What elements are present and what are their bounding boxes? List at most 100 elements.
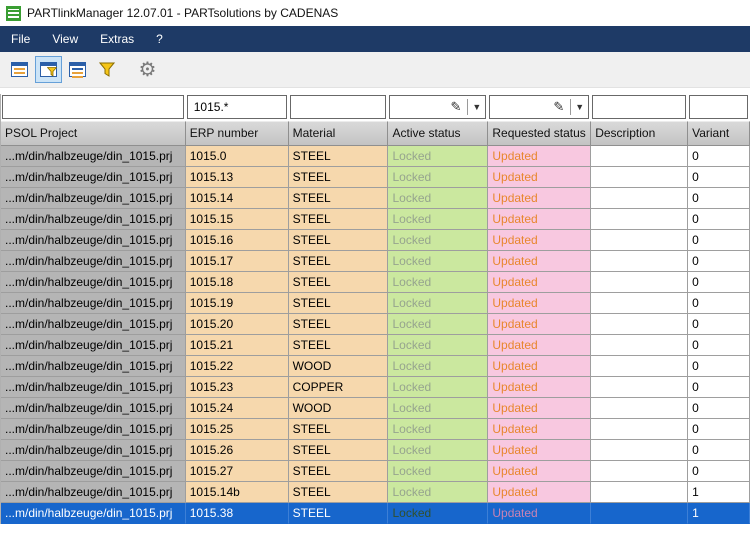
cell-project[interactable]: ...m/din/halbzeuge/din_1015.prj <box>1 272 186 293</box>
table-row[interactable]: ...m/din/halbzeuge/din_1015.prj 1015.15 ST… <box>1 209 750 230</box>
table-row[interactable]: ...m/din/halbzeuge/din_1015.prj 1015.18 ST… <box>1 272 750 293</box>
table-row[interactable]: ...m/din/halbzeuge/din_1015.prj 1015.0 STE… <box>1 146 750 167</box>
cell-erp[interactable]: 1015.38 <box>185 503 289 524</box>
dropdown-arrow-icon[interactable]: ▼ <box>571 102 588 112</box>
cell-active[interactable]: Locked <box>388 356 489 377</box>
cell-description[interactable] <box>591 251 689 272</box>
cell-variant[interactable]: 0 <box>688 377 750 398</box>
cell-active[interactable]: Locked <box>388 419 489 440</box>
cell-erp[interactable]: 1015.16 <box>185 230 289 251</box>
cell-erp[interactable]: 1015.22 <box>185 356 289 377</box>
cell-project[interactable]: ...m/din/halbzeuge/din_1015.prj <box>1 461 186 482</box>
cell-project[interactable]: ...m/din/halbzeuge/din_1015.prj <box>1 503 186 524</box>
cell-active[interactable]: Locked <box>388 209 489 230</box>
cell-variant[interactable]: 0 <box>688 272 750 293</box>
menu-help[interactable]: ? <box>145 26 174 52</box>
cell-erp[interactable]: 1015.14 <box>185 188 289 209</box>
cell-erp[interactable]: 1015.15 <box>185 209 289 230</box>
column-header-active-status[interactable]: Active status <box>388 121 489 146</box>
filter-variant[interactable] <box>689 95 748 119</box>
table-row[interactable]: ...m/din/halbzeuge/din_1015.prj 1015.14 ST… <box>1 188 750 209</box>
cell-erp[interactable]: 1015.25 <box>185 419 289 440</box>
cell-description[interactable] <box>591 377 689 398</box>
cell-requested[interactable]: Updated <box>488 503 592 524</box>
table-row[interactable]: ...m/din/halbzeuge/din_1015.prj 1015.38 ST… <box>1 503 750 524</box>
cell-description[interactable] <box>591 440 689 461</box>
menu-file[interactable]: File <box>0 26 41 52</box>
cell-erp[interactable]: 1015.0 <box>185 146 289 167</box>
cell-description[interactable] <box>591 461 689 482</box>
cell-requested[interactable]: Updated <box>488 335 592 356</box>
cell-description[interactable] <box>591 398 689 419</box>
cell-erp[interactable]: 1015.24 <box>185 398 289 419</box>
cell-erp[interactable]: 1015.20 <box>185 314 289 335</box>
cell-variant[interactable]: 0 <box>688 167 750 188</box>
cell-project[interactable]: ...m/din/halbzeuge/din_1015.prj <box>1 482 186 503</box>
cell-project[interactable]: ...m/din/halbzeuge/din_1015.prj <box>1 167 186 188</box>
gear-icon[interactable]: ⚙ <box>134 56 161 83</box>
cell-project[interactable]: ...m/din/halbzeuge/din_1015.prj <box>1 188 186 209</box>
table-row[interactable]: ...m/din/halbzeuge/din_1015.prj 1015.24 WO… <box>1 398 750 419</box>
filter-requested-status[interactable]: ✎ ▼ <box>489 95 590 119</box>
table-row[interactable]: ...m/din/halbzeuge/din_1015.prj 1015.16 ST… <box>1 230 750 251</box>
cell-project[interactable]: ...m/din/halbzeuge/din_1015.prj <box>1 356 186 377</box>
cell-description[interactable] <box>591 167 689 188</box>
table-row[interactable]: ...m/din/halbzeuge/din_1015.prj 1015.21 ST… <box>1 335 750 356</box>
filter-material[interactable] <box>289 95 387 119</box>
column-header-erp-number[interactable]: ERP number <box>185 121 289 146</box>
menu-view[interactable]: View <box>41 26 89 52</box>
cell-requested[interactable]: Updated <box>488 482 592 503</box>
column-header-material[interactable]: Material <box>288 121 389 146</box>
cell-description[interactable] <box>591 419 689 440</box>
cell-material[interactable]: STEEL <box>288 461 389 482</box>
pencil-icon[interactable]: ✎ <box>547 99 570 115</box>
cell-erp[interactable]: 1015.14b <box>185 482 289 503</box>
cell-variant[interactable]: 1 <box>688 482 750 503</box>
filter-icon[interactable] <box>93 56 120 83</box>
cell-material[interactable]: WOOD <box>288 398 389 419</box>
cell-requested[interactable]: Updated <box>488 440 592 461</box>
cell-requested[interactable]: Updated <box>488 398 592 419</box>
cell-active[interactable]: Locked <box>388 272 489 293</box>
cell-requested[interactable]: Updated <box>488 461 592 482</box>
cell-requested[interactable]: Updated <box>488 377 592 398</box>
cell-variant[interactable]: 0 <box>688 335 750 356</box>
cell-requested[interactable]: Updated <box>488 251 592 272</box>
cell-active[interactable]: Locked <box>388 167 489 188</box>
cell-erp[interactable]: 1015.21 <box>185 335 289 356</box>
filter-active-status[interactable]: ✎ ▼ <box>389 95 487 119</box>
dropdown-arrow-icon[interactable]: ▼ <box>468 102 485 112</box>
cell-erp[interactable]: 1015.26 <box>185 440 289 461</box>
table-row[interactable]: ...m/din/halbzeuge/din_1015.prj 1015.17 ST… <box>1 251 750 272</box>
cell-erp[interactable]: 1015.17 <box>185 251 289 272</box>
cell-erp[interactable]: 1015.19 <box>185 293 289 314</box>
cell-active[interactable]: Locked <box>388 146 489 167</box>
cell-variant[interactable]: 0 <box>688 230 750 251</box>
column-header-requested-status[interactable]: Requested status <box>488 121 592 146</box>
cell-material[interactable]: STEEL <box>288 314 389 335</box>
cell-project[interactable]: ...m/din/halbzeuge/din_1015.prj <box>1 293 186 314</box>
cell-description[interactable] <box>591 272 689 293</box>
cell-material[interactable]: STEEL <box>288 272 389 293</box>
link-window-icon[interactable] <box>6 56 33 83</box>
cell-active[interactable]: Locked <box>388 461 489 482</box>
cell-requested[interactable]: Updated <box>488 272 592 293</box>
table-row[interactable]: ...m/din/halbzeuge/din_1015.prj 1015.22 WO… <box>1 356 750 377</box>
cell-variant[interactable]: 0 <box>688 251 750 272</box>
table-row[interactable]: ...m/din/halbzeuge/din_1015.prj 1015.26 ST… <box>1 440 750 461</box>
cell-active[interactable]: Locked <box>388 398 489 419</box>
cell-variant[interactable]: 0 <box>688 188 750 209</box>
cell-variant[interactable]: 1 <box>688 503 750 524</box>
cell-variant[interactable]: 0 <box>688 293 750 314</box>
cell-material[interactable]: STEEL <box>288 230 389 251</box>
table-row[interactable]: ...m/din/halbzeuge/din_1015.prj 1015.25 ST… <box>1 419 750 440</box>
column-header-variant[interactable]: Variant <box>688 121 750 146</box>
cell-material[interactable]: STEEL <box>288 167 389 188</box>
table-row[interactable]: ...m/din/halbzeuge/din_1015.prj 1015.20 ST… <box>1 314 750 335</box>
cell-description[interactable] <box>591 482 689 503</box>
cell-variant[interactable]: 0 <box>688 419 750 440</box>
cell-material[interactable]: COPPER <box>288 377 389 398</box>
cell-erp[interactable]: 1015.18 <box>185 272 289 293</box>
cell-active[interactable]: Locked <box>388 230 489 251</box>
pencil-icon[interactable]: ✎ <box>445 99 468 115</box>
